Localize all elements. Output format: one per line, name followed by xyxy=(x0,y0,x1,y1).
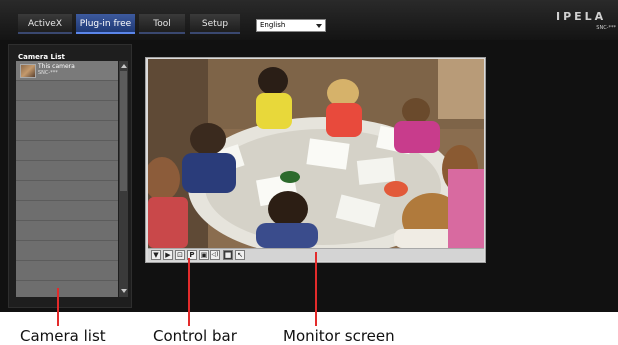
scroll-thumb[interactable] xyxy=(120,71,127,191)
chevron-down-icon xyxy=(316,24,322,28)
camera-item-model: SNC-*** xyxy=(38,70,58,76)
camera-list[interactable] xyxy=(16,61,118,297)
tab-plug-in-free[interactable]: Plug-in free xyxy=(76,14,135,34)
camera-item-name: This camera xyxy=(38,63,75,70)
scroll-down-icon[interactable] xyxy=(120,289,127,293)
scroll-up-icon[interactable] xyxy=(120,64,127,68)
camera-list-callout-line xyxy=(57,288,59,326)
down-arrow-icon[interactable]: ▼ xyxy=(151,250,161,260)
tab-tool[interactable]: Tool xyxy=(139,14,185,34)
control-bar-callout: Control bar xyxy=(153,327,237,345)
camera-list-scrollbar[interactable] xyxy=(119,61,128,297)
camera-thumbnail xyxy=(20,64,36,78)
camera-feed-image xyxy=(148,59,484,248)
capture-icon[interactable]: ▣ xyxy=(199,250,209,260)
tab-setup[interactable]: Setup xyxy=(190,14,240,34)
language-select[interactable]: English xyxy=(256,19,326,32)
monitor-screen[interactable] xyxy=(148,59,484,248)
monitor-screen-callout-line xyxy=(315,252,317,326)
ipela-logo: IPELA xyxy=(556,10,607,23)
pointer-icon[interactable]: ↖ xyxy=(235,250,245,260)
tab-activex[interactable]: ActiveX xyxy=(18,14,72,34)
full-screen-icon[interactable]: ■ xyxy=(223,250,233,260)
language-selected-value: English xyxy=(260,21,286,29)
model-name: SNC-*** xyxy=(596,25,616,31)
zoom-icon[interactable]: ⊡ xyxy=(175,250,185,260)
control-bar-callout-line xyxy=(188,258,190,326)
camera-list-callout: Camera list xyxy=(20,327,106,345)
audio-icon[interactable]: ◁) xyxy=(210,250,220,260)
camera-list-item[interactable]: This camera SNC-*** xyxy=(16,61,118,80)
camera-list-title: Camera List xyxy=(18,53,65,61)
top-menu-bar: ActiveX Plug-in free Tool Setup English … xyxy=(0,0,618,40)
viewer-window: ActiveX Plug-in free Tool Setup English … xyxy=(0,0,618,312)
monitor-screen-callout: Monitor screen xyxy=(283,327,395,345)
play-icon[interactable]: ▶ xyxy=(163,250,173,260)
